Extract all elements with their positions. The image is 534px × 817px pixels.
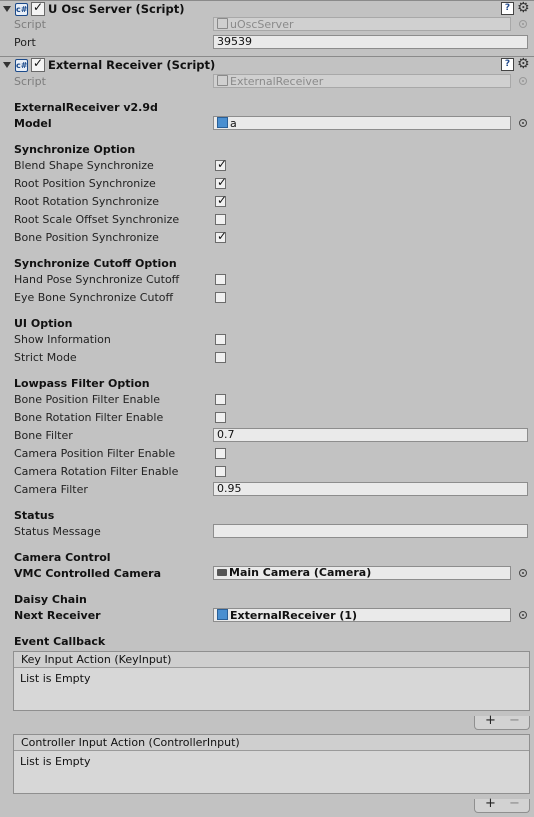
- object-picker-icon: [519, 77, 527, 85]
- event-callback-header: Event Callback: [14, 635, 106, 648]
- script-label: Script: [14, 18, 46, 31]
- camera-rotation-filter-label: Camera Rotation Filter Enable: [14, 465, 179, 478]
- camera-rotation-filter-checkbox[interactable]: [215, 466, 226, 477]
- root-rotation-sync-label: Root Rotation Synchronize: [14, 195, 159, 208]
- hand-pose-cutoff-label: Hand Pose Synchronize Cutoff: [14, 273, 180, 286]
- cs-script-icon: [217, 75, 228, 86]
- status-message-label: Status Message: [14, 525, 101, 538]
- cs-script-icon: c#: [15, 59, 28, 72]
- eye-bone-cutoff-label: Eye Bone Synchronize Cutoff: [14, 291, 174, 304]
- camera-filter-label: Camera Filter: [14, 483, 88, 496]
- controller-input-list-controls: + −: [474, 796, 530, 813]
- gear-icon[interactable]: ⚙: [517, 56, 530, 72]
- list-empty-text: List is Empty: [20, 755, 91, 768]
- blend-shape-sync-checkbox[interactable]: ✓: [215, 157, 228, 171]
- daisy-chain-header: Daisy Chain: [14, 593, 87, 606]
- controller-input-event-body: List is Empty: [14, 751, 529, 793]
- script-value: uOscServer: [230, 18, 294, 31]
- ui-option-header: UI Option: [14, 317, 73, 330]
- next-receiver-value: ExternalReceiver (1): [230, 609, 358, 622]
- camera-position-filter-label: Camera Position Filter Enable: [14, 447, 176, 460]
- external-receiver-component-header[interactable]: c# ✓ External Receiver (Script) ? ⚙: [0, 56, 534, 75]
- lowpass-filter-header: Lowpass Filter Option: [14, 377, 150, 390]
- checkmark-icon: ✓: [217, 193, 228, 207]
- show-information-checkbox[interactable]: [215, 334, 226, 345]
- checkmark-icon: ✓: [217, 229, 228, 243]
- next-receiver-label: Next Receiver: [14, 609, 101, 622]
- key-input-event-body: List is Empty: [14, 668, 529, 710]
- port-label: Port: [14, 36, 36, 49]
- model-field[interactable]: a: [213, 116, 511, 130]
- foldout-triangle-icon[interactable]: [3, 62, 11, 68]
- prefab-cube-icon: [217, 117, 228, 128]
- object-picker-icon[interactable]: [519, 611, 527, 619]
- root-position-sync-label: Root Position Synchronize: [14, 177, 156, 190]
- controller-input-event-title: Controller Input Action (ControllerInput…: [14, 735, 529, 751]
- bone-position-sync-checkbox[interactable]: ✓: [215, 229, 228, 243]
- vmc-camera-field[interactable]: Main Camera (Camera): [213, 566, 511, 580]
- version-header: ExternalReceiver v2.9d: [14, 101, 158, 114]
- show-information-label: Show Information: [14, 333, 111, 346]
- object-picker-icon[interactable]: [519, 569, 527, 577]
- bone-position-filter-label: Bone Position Filter Enable: [14, 393, 161, 406]
- bone-rotation-filter-label: Bone Rotation Filter Enable: [14, 411, 164, 424]
- bone-rotation-filter-checkbox[interactable]: [215, 412, 226, 423]
- blend-shape-sync-label: Blend Shape Synchronize: [14, 159, 154, 172]
- cs-script-icon: [217, 18, 228, 29]
- foldout-triangle-icon[interactable]: [3, 6, 11, 12]
- bone-filter-input[interactable]: 0.7: [213, 428, 528, 442]
- root-position-sync-checkbox[interactable]: ✓: [215, 175, 228, 189]
- component-title: U Osc Server (Script): [48, 2, 185, 16]
- help-book-icon[interactable]: ?: [501, 58, 514, 71]
- remove-item-button[interactable]: −: [509, 713, 520, 728]
- cs-script-icon: c#: [15, 3, 28, 16]
- help-book-icon[interactable]: ?: [501, 2, 514, 15]
- osc-server-enabled-checkbox[interactable]: ✓: [31, 0, 45, 16]
- external-receiver-enabled-checkbox[interactable]: ✓: [31, 56, 45, 72]
- gear-icon[interactable]: ⚙: [517, 0, 530, 16]
- object-picker-icon[interactable]: [519, 119, 527, 127]
- status-header: Status: [14, 509, 55, 522]
- bone-filter-label: Bone Filter: [14, 429, 73, 442]
- script-label: Script: [14, 75, 46, 88]
- checkmark-icon: ✓: [217, 175, 228, 189]
- vmc-camera-label: VMC Controlled Camera: [14, 567, 162, 580]
- remove-item-button[interactable]: −: [509, 796, 520, 811]
- camera-control-header: Camera Control: [14, 551, 111, 564]
- sync-option-header: Synchronize Option: [14, 143, 136, 156]
- next-receiver-field[interactable]: ExternalReceiver (1): [213, 608, 511, 622]
- model-value: a: [230, 117, 237, 130]
- controller-input-event-list: Controller Input Action (ControllerInput…: [13, 734, 530, 794]
- sync-cutoff-header: Synchronize Cutoff Option: [14, 257, 177, 270]
- list-empty-text: List is Empty: [20, 672, 91, 685]
- script-field: ExternalReceiver: [213, 74, 511, 88]
- script-field: uOscServer: [213, 17, 511, 31]
- add-item-button[interactable]: +: [485, 713, 496, 728]
- component-title: External Receiver (Script): [48, 58, 216, 72]
- bone-position-sync-label: Bone Position Synchronize: [14, 231, 159, 244]
- model-label: Model: [14, 117, 52, 130]
- object-picker-icon: [519, 20, 527, 28]
- eye-bone-cutoff-checkbox[interactable]: [215, 292, 226, 303]
- hand-pose-cutoff-checkbox[interactable]: [215, 274, 226, 285]
- vmc-camera-value: Main Camera (Camera): [229, 566, 372, 579]
- add-item-button[interactable]: +: [485, 796, 496, 811]
- key-input-list-controls: + −: [474, 713, 530, 730]
- root-scale-offset-sync-label: Root Scale Offset Synchronize: [14, 213, 180, 226]
- status-message-input[interactable]: [213, 524, 528, 538]
- camera-position-filter-checkbox[interactable]: [215, 448, 226, 459]
- script-value: ExternalReceiver: [230, 75, 324, 88]
- strict-mode-label: Strict Mode: [14, 351, 77, 364]
- checkmark-icon: ✓: [217, 157, 228, 171]
- prefab-cube-icon: [217, 609, 228, 620]
- root-scale-offset-sync-checkbox[interactable]: [215, 214, 226, 225]
- camera-icon: [217, 569, 227, 576]
- bone-position-filter-checkbox[interactable]: [215, 394, 226, 405]
- camera-filter-input[interactable]: 0.95: [213, 482, 528, 496]
- strict-mode-checkbox[interactable]: [215, 352, 226, 363]
- root-rotation-sync-checkbox[interactable]: ✓: [215, 193, 228, 207]
- port-input[interactable]: 39539: [213, 35, 528, 49]
- key-input-event-list: Key Input Action (KeyInput) List is Empt…: [13, 651, 530, 711]
- key-input-event-title: Key Input Action (KeyInput): [14, 652, 529, 668]
